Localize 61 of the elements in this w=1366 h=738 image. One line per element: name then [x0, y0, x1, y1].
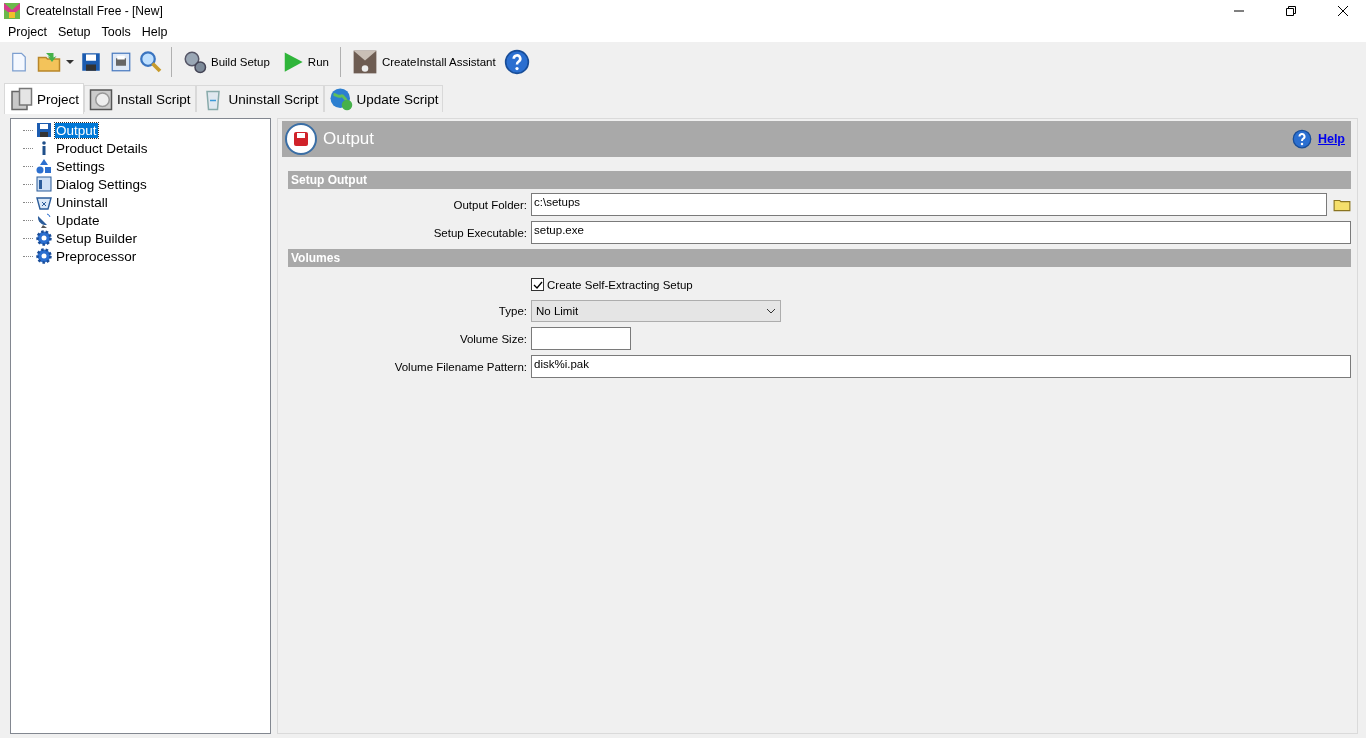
- box-icon: [351, 49, 378, 75]
- toolbar-button[interactable]: [503, 49, 530, 75]
- shapes-icon: [36, 158, 52, 174]
- menu-item[interactable]: Tools: [95, 25, 136, 39]
- tree-item[interactable]: Setup Builder: [55, 230, 139, 246]
- field-label: Volume Size:: [458, 332, 527, 345]
- toolbar-button[interactable]: Run: [277, 48, 333, 76]
- input-field[interactable]: setup.exe: [531, 221, 1351, 244]
- menu-item[interactable]: Project: [2, 25, 52, 39]
- toolbar-button[interactable]: CreateInstall Assistant: [347, 48, 500, 76]
- globe-icon: [328, 87, 353, 111]
- tree-item[interactable]: Dialog Settings: [55, 176, 148, 192]
- search-icon: [139, 50, 163, 74]
- type-dropdown[interactable]: No Limit: [531, 299, 781, 322]
- floppy-icon: [81, 52, 101, 72]
- window-title: CreateInstall Free - [New]: [26, 4, 164, 18]
- tab[interactable]: Project: [4, 83, 85, 114]
- basket-icon: [36, 194, 52, 210]
- tree-item[interactable]: Update: [55, 212, 101, 228]
- gear-icon: [36, 230, 52, 246]
- checkbox[interactable]: [531, 278, 544, 291]
- field-label: Volume Filename Pattern:: [393, 360, 527, 373]
- menu-item[interactable]: Setup: [51, 25, 96, 39]
- input-field[interactable]: c:\setups: [531, 193, 1327, 216]
- satellite-dish-icon: [36, 212, 52, 228]
- field-label: Setup Executable:: [432, 226, 527, 239]
- input-field[interactable]: disk%i.pak: [531, 355, 1351, 378]
- tab[interactable]: Uninstall Script: [195, 85, 324, 112]
- caret-icon: [66, 58, 74, 66]
- tree-item[interactable]: Uninstall: [55, 194, 109, 210]
- help-link[interactable]: Help: [1317, 132, 1345, 146]
- tree-item[interactable]: Preprocessor: [55, 248, 138, 264]
- tab[interactable]: Update Script: [323, 85, 444, 112]
- toolbar-button[interactable]: Build Setup: [179, 48, 274, 76]
- tab[interactable]: Install Script: [84, 85, 196, 112]
- floppy-icon: [36, 122, 52, 138]
- disc-case-icon: [89, 87, 114, 111]
- computer-icon: [9, 87, 33, 111]
- gears-icon: [183, 50, 207, 74]
- printer-icon: [111, 52, 131, 72]
- help-icon: [1291, 129, 1312, 149]
- section-header: Setup Output: [288, 171, 1351, 189]
- panel-title: Output: [323, 129, 376, 149]
- gear-icon: [36, 248, 52, 264]
- tree-item[interactable]: Settings: [55, 158, 106, 174]
- help-icon: [503, 49, 530, 75]
- menu-item[interactable]: Help: [135, 25, 173, 39]
- floppy-badge-icon: [285, 123, 317, 155]
- app-logo-icon: [4, 3, 20, 19]
- field-label: Type:: [497, 304, 527, 317]
- folder-icon: [37, 50, 61, 74]
- restore-icon: [1286, 6, 1296, 16]
- tree-item[interactable]: Product Details: [55, 140, 149, 156]
- section-header: Volumes: [288, 249, 1351, 267]
- tree-item[interactable]: Output: [55, 122, 98, 138]
- close-icon: [1338, 6, 1348, 16]
- field-label: Output Folder:: [452, 198, 527, 211]
- input-field[interactable]: [531, 327, 631, 350]
- checkbox-label: Create Self-Extracting Setup: [547, 278, 693, 291]
- window-icon: [36, 176, 52, 192]
- new-document-icon: [9, 52, 29, 72]
